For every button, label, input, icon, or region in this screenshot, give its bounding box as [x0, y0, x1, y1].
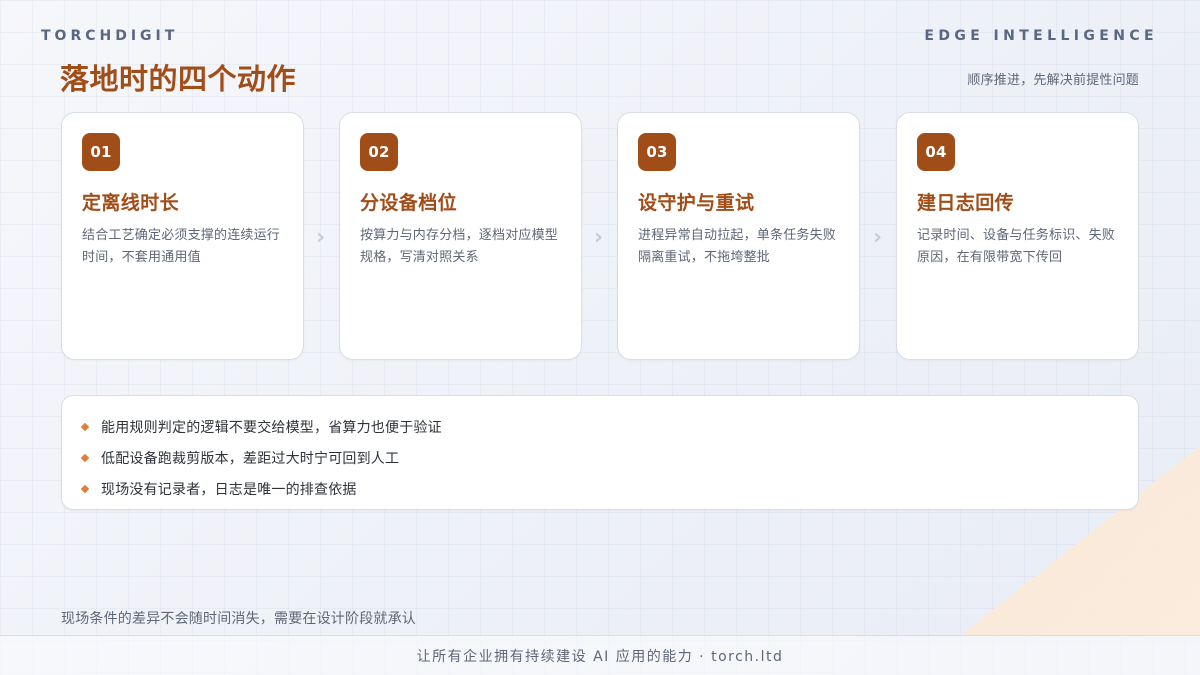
note-text: 现场没有记录者，日志是唯一的排查依据 [101, 481, 357, 498]
diamond-bullet-icon [80, 484, 90, 493]
chevron-right-icon: › [594, 225, 604, 250]
note-item: 现场没有记录者，日志是唯一的排查依据 [80, 473, 1118, 504]
step-number-badge: 04 [917, 133, 955, 171]
step-title: 建日志回传 [917, 192, 1015, 214]
diamond-bullet-icon [80, 453, 90, 462]
notes-panel: 能用规则判定的逻辑不要交给模型，省算力也便于验证 低配设备跑裁剪版本，差距过大时… [61, 395, 1139, 510]
note-text: 能用规则判定的逻辑不要交给模型，省算力也便于验证 [101, 419, 442, 436]
section-label: EDGE INTELLIGENCE [924, 28, 1158, 44]
step-title: 分设备档位 [360, 192, 458, 214]
step-description: 进程异常自动拉起，单条任务失败隔离重试，不拖垮整批 [638, 228, 837, 265]
step-card-3: 03 设守护与重试 进程异常自动拉起，单条任务失败隔离重试，不拖垮整批 [617, 112, 860, 360]
step-number-badge: 03 [638, 133, 676, 171]
step-description: 记录时间、设备与任务标识、失败原因，在有限带宽下传回 [917, 228, 1116, 265]
page-subtitle: 顺序推进，先解决前提性问题 [967, 73, 1139, 88]
page-title: 落地时的四个动作 [60, 62, 297, 96]
step-number-badge: 02 [360, 133, 398, 171]
diamond-bullet-icon [80, 422, 90, 431]
step-description: 结合工艺确定必须支撑的连续运行时间，不套用通用值 [82, 228, 281, 265]
footer-note: 现场条件的差异不会随时间消失，需要在设计阶段就承认 [61, 611, 416, 627]
step-card-4: 04 建日志回传 记录时间、设备与任务标识、失败原因，在有限带宽下传回 [896, 112, 1139, 360]
brand-label: TORCHDIGIT [41, 28, 179, 44]
chevron-right-icon: › [316, 225, 326, 250]
step-card-1: 01 定离线时长 结合工艺确定必须支撑的连续运行时间，不套用通用值 [61, 112, 304, 360]
step-number-badge: 01 [82, 133, 120, 171]
note-text: 低配设备跑裁剪版本，差距过大时宁可回到人工 [101, 450, 400, 467]
note-item: 能用规则判定的逻辑不要交给模型，省算力也便于验证 [80, 411, 1118, 442]
step-card-2: 02 分设备档位 按算力与内存分档，逐档对应模型规格，写清对照关系 [339, 112, 582, 360]
step-title: 设守护与重试 [638, 192, 755, 214]
note-item: 低配设备跑裁剪版本，差距过大时宁可回到人工 [80, 442, 1118, 473]
step-title: 定离线时长 [82, 192, 180, 214]
chevron-right-icon: › [873, 225, 883, 250]
step-description: 按算力与内存分档，逐档对应模型规格，写清对照关系 [360, 228, 559, 265]
footer-tagline: 让所有企业拥有持续建设 AI 应用的能力 · torch.ltd [0, 636, 1200, 675]
